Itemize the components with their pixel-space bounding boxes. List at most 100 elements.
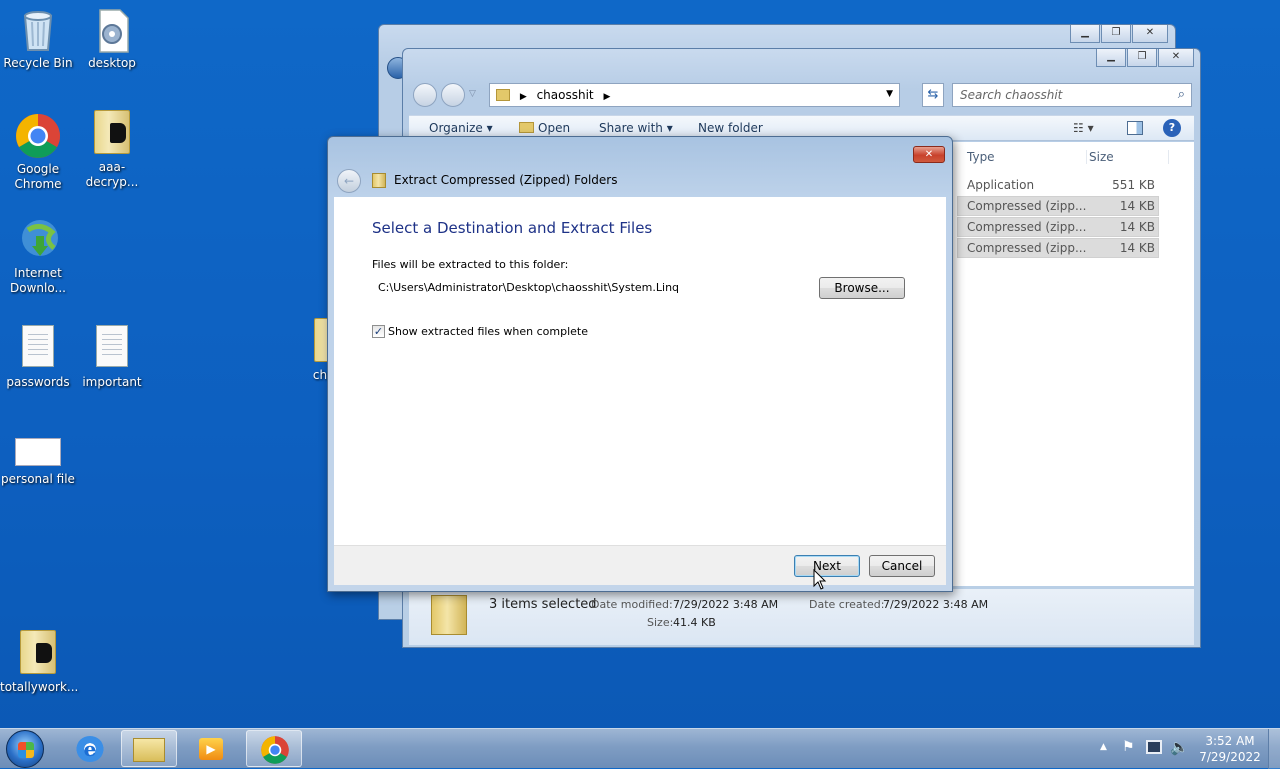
forward-button[interactable] <box>441 83 465 107</box>
folder-icon <box>88 110 136 158</box>
folder-icon <box>14 630 62 678</box>
back-button[interactable] <box>413 83 437 107</box>
close-button[interactable]: ✕ <box>1132 25 1168 43</box>
mouse-cursor-icon <box>813 568 827 594</box>
date-modified-label: Date modified: <box>591 598 673 611</box>
desktop-icon-recycle-bin[interactable]: Recycle Bin <box>0 6 76 71</box>
selection-count: 3 items selected <box>489 597 597 612</box>
clock-date: 7/29/2022 <box>1199 750 1261 764</box>
minimize-button[interactable]: ▁ <box>1096 49 1126 67</box>
close-button[interactable]: ✕ <box>913 146 945 163</box>
desktop-icon-totallywork[interactable]: totallywork... <box>0 630 79 695</box>
settings-file-icon <box>88 6 136 54</box>
network-icon[interactable] <box>1146 740 1162 754</box>
folder-icon <box>133 738 165 762</box>
desktop-icon-aaa-decrypt[interactable]: aaa-decryp... <box>74 110 150 190</box>
size-cell: 14 KB <box>1119 241 1155 255</box>
next-button[interactable]: Next <box>794 555 860 577</box>
search-input[interactable]: Search chaosshit ⌕ <box>952 83 1192 107</box>
desktop-icon-chaosshit-partial[interactable]: ch <box>304 318 328 383</box>
chrome-icon <box>14 112 62 160</box>
volume-icon[interactable]: 🔈 <box>1170 738 1189 756</box>
maximize-button[interactable]: ❐ <box>1127 49 1157 67</box>
organize-menu[interactable]: Organize ▾ <box>429 121 493 135</box>
table-row[interactable]: Compressed (zipp... 14 KB <box>957 217 1159 237</box>
browse-button[interactable]: Browse... <box>819 277 905 299</box>
windows-logo-icon <box>18 742 34 758</box>
help-icon[interactable]: ? <box>1163 119 1181 137</box>
recent-pages-icon[interactable]: ▽ <box>469 89 476 99</box>
action-center-flag-icon[interactable]: ⚑ <box>1122 739 1135 755</box>
new-folder-button[interactable]: New folder <box>698 121 763 135</box>
back-button[interactable]: ← <box>337 169 361 193</box>
show-desktop-button[interactable] <box>1268 729 1280 769</box>
wordpad-document-icon <box>88 325 136 373</box>
desktop-icon-internet-download[interactable]: Internet Downlo... <box>0 216 76 296</box>
destination-label: Files will be extracted to this folder: <box>372 258 569 271</box>
table-row[interactable]: Application 551 KB <box>957 175 1159 195</box>
type-cell: Compressed (zipp... <box>967 241 1087 255</box>
desktop-icon-label: desktop <box>88 56 136 70</box>
search-placeholder: Search chaosshit <box>960 88 1063 102</box>
maximize-button[interactable]: ❐ <box>1101 25 1131 43</box>
breadcrumb-arrow-icon[interactable]: ▶ <box>603 92 610 102</box>
show-files-checkbox[interactable]: ✓ <box>372 325 385 338</box>
table-row[interactable]: Compressed (zipp... 14 KB <box>957 196 1159 216</box>
dialog-heading: Select a Destination and Extract Files <box>372 219 653 237</box>
minimize-button[interactable]: ▁ <box>1070 25 1100 43</box>
desktop-icon-google-chrome[interactable]: Google Chrome <box>0 112 76 192</box>
column-header-type[interactable]: Type <box>967 150 1087 164</box>
taskbar-internet-explorer[interactable]: e <box>62 730 118 767</box>
taskbar-google-chrome[interactable] <box>246 730 302 767</box>
extract-dialog[interactable]: ✕ ← Extract Compressed (Zipped) Folders … <box>327 136 953 592</box>
refresh-button[interactable]: ⇆ <box>922 83 944 107</box>
table-row[interactable]: Compressed (zipp... 14 KB <box>957 238 1159 258</box>
show-files-checkbox-label[interactable]: Show extracted files when complete <box>388 325 588 338</box>
dialog-body: Select a Destination and Extract Files F… <box>334 197 946 545</box>
navigation-bar: ▽ ▶ chaosshit ▶ ▼ ⇆ Search chaosshit ⌕ <box>411 79 1192 107</box>
desktop-icon-important[interactable]: important <box>74 322 150 390</box>
column-header-size[interactable]: Size <box>1089 150 1169 164</box>
desktop-icon-label: Internet Downlo... <box>10 266 66 295</box>
desktop-icon-label: Google Chrome <box>14 162 62 191</box>
date-created-value: 7/29/2022 3:48 AM <box>883 598 989 611</box>
desktop-icon-desktop[interactable]: desktop <box>74 6 150 71</box>
clock[interactable]: 3:52 AM 7/29/2022 <box>1196 733 1264 765</box>
taskbar-windows-explorer[interactable] <box>121 730 177 767</box>
address-bar[interactable]: ▶ chaosshit ▶ ▼ <box>489 83 900 107</box>
destination-path[interactable]: C:\Users\Administrator\Desktop\chaosshit… <box>378 281 679 294</box>
desktop-icon-label: ch <box>312 368 328 382</box>
type-cell: Compressed (zipp... <box>967 220 1087 234</box>
date-modified-value: 7/29/2022 3:48 AM <box>673 598 779 611</box>
open-button[interactable]: Open <box>519 121 570 135</box>
view-options-icon[interactable]: ☷ ▾ <box>1073 121 1094 135</box>
dialog-footer: Next Cancel <box>334 545 946 585</box>
share-with-menu[interactable]: Share with ▾ <box>599 121 673 135</box>
internet-explorer-icon: e <box>76 736 104 762</box>
desktop-icon-passwords[interactable]: passwords <box>0 322 76 390</box>
size-value: 41.4 KB <box>673 616 716 629</box>
type-cell: Application <box>967 178 1035 192</box>
preview-pane-icon[interactable] <box>1127 121 1143 135</box>
desktop-icon-label: important <box>82 375 142 389</box>
breadcrumb-chaosshit[interactable]: chaosshit <box>537 88 594 102</box>
show-hidden-icons-icon[interactable]: ▲ <box>1100 742 1107 752</box>
open-folder-icon <box>519 122 534 133</box>
desktop-icon-label: aaa-decryp... <box>85 160 139 189</box>
start-button[interactable] <box>6 730 44 768</box>
address-dropdown-icon[interactable]: ▼ <box>886 89 893 99</box>
desktop-icon-label: totallywork... <box>0 680 79 694</box>
desktop-icon-personal-file[interactable]: personal file <box>0 438 76 487</box>
cancel-button[interactable]: Cancel <box>869 555 935 577</box>
desktop-icon-label: passwords <box>6 375 70 389</box>
folder-icon <box>496 89 510 101</box>
close-button[interactable]: ✕ <box>1158 49 1194 67</box>
dialog-title: Extract Compressed (Zipped) Folders <box>394 173 618 187</box>
search-icon: ⌕ <box>1177 87 1185 102</box>
recycle-bin-icon <box>14 6 62 54</box>
taskbar-media-player[interactable]: ▶ <box>184 730 240 767</box>
zip-folder-icon <box>431 595 467 635</box>
zip-folder-icon <box>372 173 386 188</box>
breadcrumb-separator-icon[interactable]: ▶ <box>520 92 527 102</box>
clock-time: 3:52 AM <box>1205 734 1255 748</box>
